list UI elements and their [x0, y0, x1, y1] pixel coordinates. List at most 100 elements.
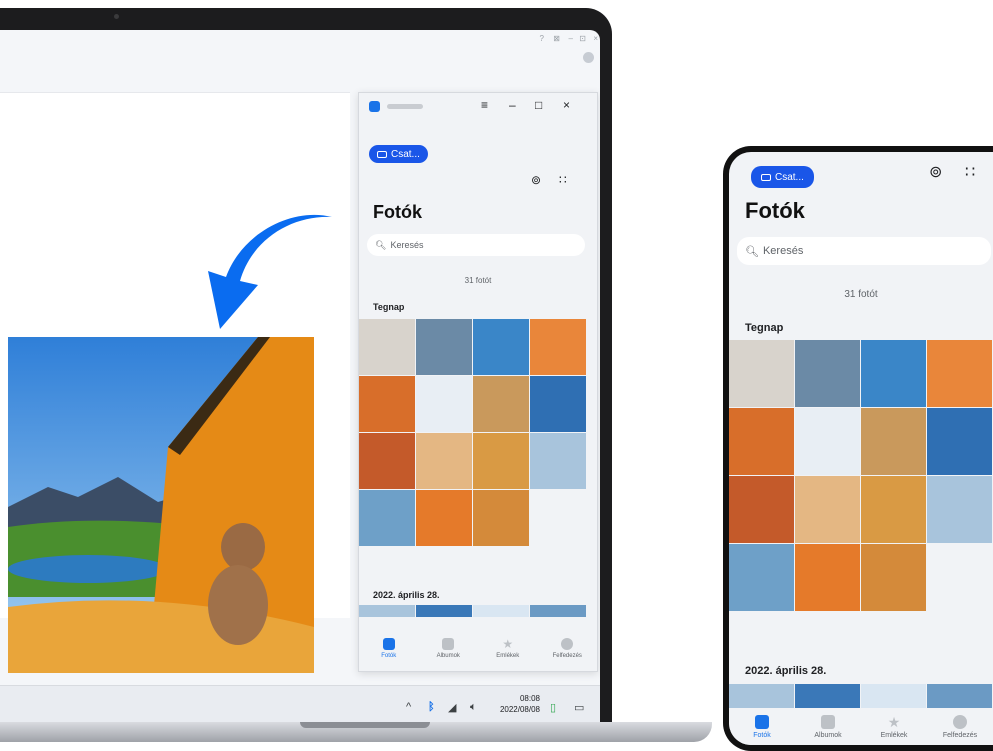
- photo-thumbnail[interactable]: [795, 544, 860, 611]
- photo-thumbnail[interactable]: [861, 340, 926, 407]
- search-input[interactable]: 🔍︎ Keresés: [367, 234, 585, 256]
- nav-label: Felfedezés: [942, 732, 978, 739]
- photo-thumbnail[interactable]: [473, 433, 529, 489]
- window-minimize-icon[interactable]: –: [509, 98, 516, 112]
- nav-item-photos[interactable]: Fotók: [729, 709, 795, 745]
- photo-thumbnail[interactable]: [416, 319, 472, 375]
- device-chip-label: Csat...: [391, 148, 420, 160]
- photo-thumbnail[interactable]: [729, 684, 794, 708]
- photo-thumbnail[interactable]: [729, 476, 794, 543]
- location-icon[interactable]: ⊚: [929, 162, 942, 182]
- nav-label: Fotók: [381, 653, 397, 659]
- more-icon[interactable]: ∷: [559, 173, 567, 187]
- photos-icon: [382, 638, 395, 650]
- photo-thumbnail[interactable]: [416, 490, 472, 546]
- laptop-hinge: [300, 722, 430, 728]
- window-title: [387, 104, 423, 109]
- photo-thumbnail[interactable]: [416, 376, 472, 432]
- section-heading-yesterday: Tegnap: [373, 302, 405, 312]
- system-clock[interactable]: 08:08 2022/08/08: [490, 693, 540, 715]
- discover-icon: [953, 715, 967, 729]
- photo-thumbnail[interactable]: [795, 340, 860, 407]
- device-connect-chip[interactable]: Csat...: [751, 166, 814, 188]
- photo-thumbnail[interactable]: [795, 408, 860, 475]
- bluetooth-icon[interactable]: ᛒ: [428, 701, 435, 713]
- photo-thumbnail[interactable]: [927, 340, 992, 407]
- tray-expand-icon[interactable]: ^: [406, 701, 411, 713]
- photo-grid: [359, 319, 586, 546]
- nav-item-discover[interactable]: Felfedezés: [538, 631, 598, 671]
- battery-icon[interactable]: ▯: [550, 701, 556, 714]
- search-icon: 🔍︎: [375, 239, 387, 250]
- window-maximize-icon[interactable]: □: [535, 98, 542, 112]
- photo-thumbnail[interactable]: [530, 605, 586, 617]
- more-icon[interactable]: ∷: [965, 162, 975, 182]
- minimize-icon[interactable]: –: [569, 34, 573, 43]
- photo-thumbnail[interactable]: [473, 376, 529, 432]
- close-icon[interactable]: ×: [593, 34, 598, 43]
- menu-icon[interactable]: ≡: [481, 98, 488, 112]
- device-icon: [377, 150, 387, 158]
- photo-thumbnail[interactable]: [795, 684, 860, 708]
- bottom-navigation: Fotók Albumok ★ Emlékek Felfedezés: [359, 631, 597, 671]
- photo-thumbnail[interactable]: [729, 544, 794, 611]
- photo-thumbnail[interactable]: [927, 684, 992, 708]
- search-icon: 🔍︎: [745, 245, 759, 258]
- nav-label: Emlékek: [880, 732, 908, 739]
- photo-thumbnail[interactable]: [927, 476, 992, 543]
- nav-item-discover[interactable]: Felfedezés: [927, 709, 993, 745]
- bottom-navigation: Fotók Albumok ★ Emlékek Felfedezés: [729, 709, 993, 745]
- volume-icon[interactable]: 🔈︎: [470, 701, 477, 714]
- photo-thumbnail[interactable]: [861, 544, 926, 611]
- laptop-screen: ? ⊠ – ⊡ × ≡ – □ × Csat... ⊚ ∷ Fotók 🔍︎ K…: [0, 30, 600, 730]
- drag-arrow-icon: [208, 214, 332, 329]
- photo-thumbnail[interactable]: [861, 408, 926, 475]
- nav-item-albums[interactable]: Albumok: [795, 709, 861, 745]
- photo-thumbnail[interactable]: [359, 605, 415, 617]
- photo-thumbnail[interactable]: [359, 319, 415, 375]
- wifi-icon[interactable]: ◢: [448, 701, 456, 714]
- photo-count: 31 fotót: [464, 276, 492, 285]
- photo-thumbnail[interactable]: [530, 319, 586, 375]
- photo-thumbnail[interactable]: [473, 490, 529, 546]
- device-icon: [761, 173, 771, 181]
- photo-thumbnail[interactable]: [416, 605, 472, 617]
- photo-thumbnail[interactable]: [359, 433, 415, 489]
- photo-thumbnail[interactable]: [473, 605, 529, 617]
- location-icon[interactable]: ⊚: [531, 173, 541, 187]
- photo-thumbnail[interactable]: [861, 684, 926, 708]
- device-chip-label: Csat...: [775, 171, 804, 183]
- photo-thumbnail[interactable]: [729, 408, 794, 475]
- photo-thumbnail[interactable]: [530, 433, 586, 489]
- window-close-icon[interactable]: ×: [563, 98, 570, 112]
- photo-thumbnail[interactable]: [795, 476, 860, 543]
- section-heading-date: 2022. április 28.: [745, 665, 827, 677]
- photo-thumbnail[interactable]: [473, 319, 529, 375]
- photo-thumbnail[interactable]: [359, 376, 415, 432]
- photo-thumbnail[interactable]: [729, 340, 794, 407]
- photo-thumbnail[interactable]: [861, 476, 926, 543]
- tent-photo: [8, 337, 314, 673]
- user-avatar[interactable]: [583, 52, 594, 63]
- star-icon: ★: [502, 637, 514, 651]
- photo-count: 31 fotót: [844, 289, 878, 300]
- photo-thumbnail[interactable]: [530, 376, 586, 432]
- search-placeholder: Keresés: [762, 245, 804, 257]
- photo-thumbnail[interactable]: [416, 433, 472, 489]
- notification-icon[interactable]: ▭: [574, 701, 584, 714]
- photo-thumbnail[interactable]: [927, 408, 992, 475]
- nav-item-albums[interactable]: Albumok: [419, 631, 479, 671]
- photo-thumbnail[interactable]: [359, 490, 415, 546]
- albums-icon: [442, 638, 455, 650]
- laptop-camera: [114, 14, 119, 19]
- restore-icon[interactable]: ⊡: [579, 34, 586, 43]
- nav-item-memories[interactable]: ★ Emlékek: [478, 631, 538, 671]
- nav-item-photos[interactable]: Fotók: [359, 631, 419, 671]
- device-connect-chip[interactable]: Csat...: [369, 145, 428, 163]
- search-input[interactable]: 🔍︎ Keresés: [737, 237, 991, 265]
- help-icon[interactable]: ?: [540, 34, 544, 43]
- nav-item-memories[interactable]: ★ Emlékek: [861, 709, 927, 745]
- fullscreen-icon[interactable]: ⊠: [553, 34, 560, 43]
- photos-icon: [755, 715, 769, 729]
- page-title: Fotók: [373, 202, 422, 222]
